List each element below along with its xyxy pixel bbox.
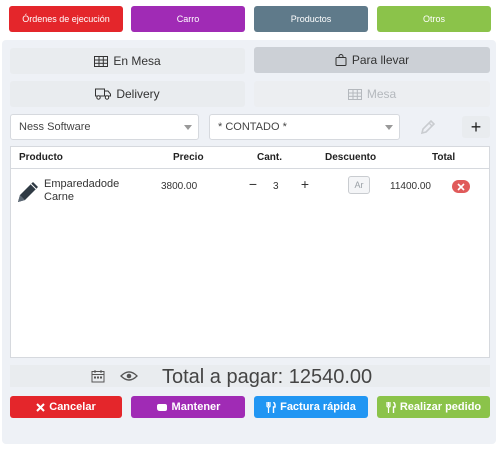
remove-item-button[interactable]	[452, 180, 470, 193]
table-row: Emparedadode Carne 3800.00 − 3 + Ar 1140…	[11, 171, 489, 211]
delivery-button[interactable]: Delivery	[10, 81, 245, 107]
place-order-button[interactable]: Realizar pedido	[377, 396, 490, 418]
eye-icon[interactable]	[120, 370, 138, 382]
order-items-table: Producto Precio Cant. Descuento Total Em…	[10, 146, 490, 358]
table-header: Producto Precio Cant. Descuento Total	[11, 147, 489, 169]
cutlery-icon	[266, 401, 276, 413]
decrease-qty-button[interactable]: −	[245, 176, 261, 194]
edit-pencil-icon[interactable]	[418, 117, 438, 137]
total-bar: Total a pagar: 12540.00	[10, 365, 490, 388]
customer-select[interactable]: Ness Software	[10, 114, 199, 140]
hand-icon	[156, 404, 167, 411]
header-discount: Descuento	[325, 152, 377, 163]
others-button[interactable]: Otros	[377, 6, 491, 32]
close-icon	[457, 182, 465, 191]
keep-label: Mantener	[171, 401, 221, 413]
edit-pencil-icon[interactable]	[14, 178, 42, 206]
orders-button[interactable]: Órdenes de ejecución	[9, 6, 123, 32]
dine-in-label: En Mesa	[113, 54, 161, 68]
discount-value: Ar	[354, 180, 364, 190]
place-order-label: Realizar pedido	[399, 401, 482, 413]
qty-value[interactable]: 3	[273, 181, 279, 192]
takeaway-label: Para llevar	[351, 53, 410, 67]
header-total: Total	[432, 152, 456, 163]
discount-button[interactable]: Ar	[348, 176, 370, 194]
others-label: Otros	[422, 14, 445, 24]
minus-icon: −	[248, 176, 258, 192]
top-nav: Órdenes de ejecución Carro Productos Otr…	[0, 0, 500, 40]
shopping-bag-icon	[335, 54, 347, 66]
increase-qty-button[interactable]: +	[297, 176, 313, 194]
calendar-icon[interactable]	[91, 369, 105, 383]
header-qty: Cant.	[257, 152, 282, 163]
table-label: Mesa	[366, 87, 397, 101]
product-name: Emparedadode Carne	[44, 178, 120, 203]
delivery-label: Delivery	[116, 87, 160, 101]
products-button[interactable]: Productos	[254, 6, 368, 32]
payment-select[interactable]: * CONTADO *	[209, 114, 400, 140]
plus-icon: +	[300, 176, 310, 192]
table-button[interactable]: Mesa	[254, 81, 490, 107]
row-total: 11400.00	[390, 181, 431, 192]
chevron-down-icon	[184, 125, 192, 130]
add-button[interactable]: +	[462, 116, 490, 138]
truck-icon	[95, 88, 112, 100]
quick-invoice-label: Factura rápida	[280, 401, 356, 413]
table-grid-icon	[347, 88, 362, 100]
products-label: Productos	[290, 14, 332, 24]
cart-button[interactable]: Carro	[131, 6, 245, 32]
chevron-down-icon	[385, 125, 393, 130]
dine-in-button[interactable]: En Mesa	[10, 48, 245, 74]
payment-value: * CONTADO *	[218, 121, 287, 133]
orders-label: Órdenes de ejecución	[22, 14, 110, 24]
product-price: 3800.00	[161, 181, 198, 192]
header-price: Precio	[173, 152, 204, 163]
cart-label: Carro	[176, 14, 200, 24]
takeaway-button[interactable]: Para llevar	[254, 47, 490, 73]
total-amount: Total a pagar: 12540.00	[162, 366, 373, 388]
cancel-label: Cancelar	[49, 401, 96, 413]
cancel-button[interactable]: Cancelar	[10, 396, 122, 418]
customer-value: Ness Software	[19, 121, 91, 133]
header-product: Producto	[19, 152, 63, 163]
cutlery-icon	[386, 401, 396, 413]
quick-invoice-button[interactable]: Factura rápida	[254, 396, 368, 418]
keep-button[interactable]: Mantener	[131, 396, 245, 418]
table-grid-icon	[94, 55, 109, 67]
plus-icon: +	[470, 116, 482, 137]
close-icon	[36, 402, 45, 412]
